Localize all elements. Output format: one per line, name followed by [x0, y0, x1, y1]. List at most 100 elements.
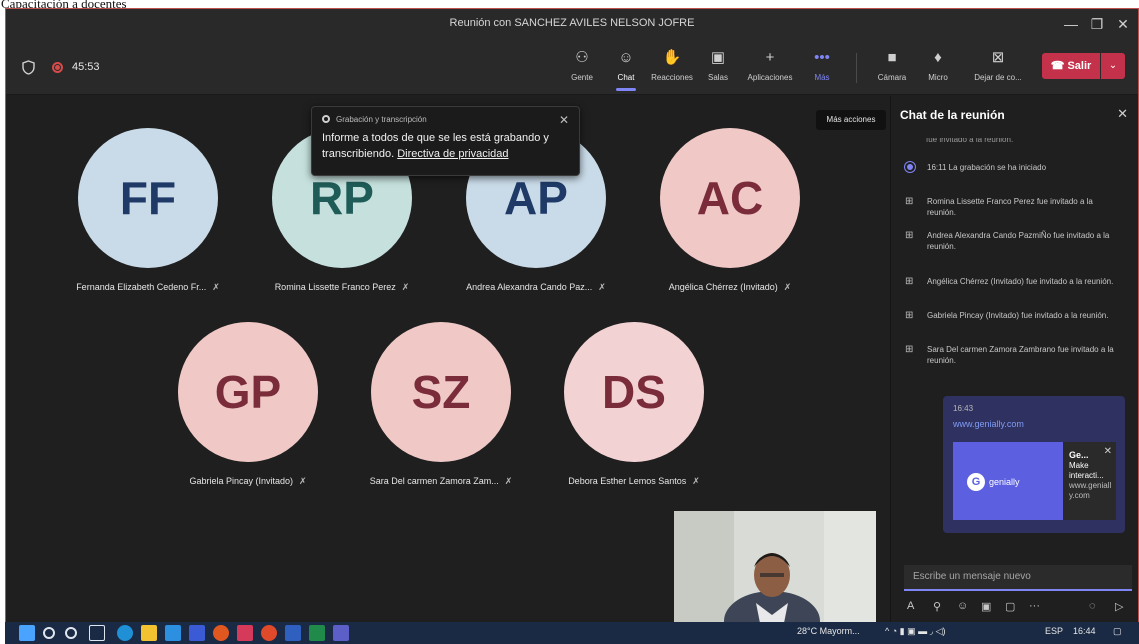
participant-tile[interactable]: DS Debora Esther Lemos Santos ✗ [544, 322, 724, 487]
participant-name-text: Sara Del carmen Zamora Zam... [369, 476, 499, 486]
chat-button[interactable]: ☺ Chat [600, 47, 652, 91]
word-doc-icon[interactable] [285, 625, 301, 641]
user-added-icon: ⊞ [905, 344, 914, 355]
recording-icon [905, 162, 915, 172]
close-window-button[interactable]: ✕ [1108, 13, 1138, 35]
mic-off-icon: ✗ [401, 282, 410, 292]
participant-name-text: Gabriela Pincay (Invitado) [189, 476, 293, 486]
message-compose-box[interactable]: Escribe un mensaje nuevo [904, 565, 1132, 591]
phone-icon: ☎ [1050, 60, 1068, 72]
chat-event-text: Gabriela Pincay (Invitado) fue invitado … [927, 311, 1109, 320]
user-added-icon: ⊞ [905, 310, 914, 321]
user-added-icon: ⊞ [905, 276, 914, 287]
participant-name: Andrea Alexandra Cando Paz... ✗ [446, 282, 626, 293]
sticker-icon[interactable]: ▢ [1005, 600, 1015, 613]
mic-label: Micro [928, 73, 948, 82]
tray-icons[interactable]: ^ ◔ ▮ ▣ ▬ ◞ ◁) [885, 626, 946, 637]
participant-tile[interactable]: SZ Sara Del carmen Zamora Zam... ✗ [351, 322, 531, 487]
participant-name-text: Fernanda Elizabeth Cedeno Fr... [76, 282, 207, 292]
participant-name: Romina Lissette Franco Perez ✗ [252, 282, 432, 293]
chat-event-text: Romina Lissette Franco Perez fue invitad… [927, 197, 1093, 217]
weather-widget[interactable]: 28°C Mayorm... [797, 626, 860, 636]
mic-off-icon: ✗ [504, 476, 513, 486]
attach-icon[interactable]: ⚲ [933, 600, 941, 613]
chat-event: ⊞ Gabriela Pincay (Invitado) fue invitad… [905, 310, 1120, 321]
close-icon[interactable]: ✕ [559, 113, 569, 127]
stop-share-label: Dejar de co... [974, 73, 1022, 82]
teams-icon[interactable] [333, 625, 349, 641]
schedule-icon[interactable]: ◌ [1089, 600, 1096, 612]
search-icon[interactable] [43, 627, 55, 639]
participant-name: Angélica Chérrez (Invitado) ✗ [640, 282, 820, 293]
edge-icon[interactable] [117, 625, 133, 641]
apps-button[interactable]: + Aplicaciones [744, 47, 796, 87]
word-icon[interactable] [189, 625, 205, 641]
gif-icon[interactable]: ▣ [981, 600, 991, 613]
notifications-icon[interactable]: ▢ [1113, 626, 1122, 637]
compose-toolbar: A ⚲ ☺ ▣ ▢ ··· ◌ ▷ [905, 600, 1135, 618]
more-options-icon[interactable]: ··· [1029, 600, 1040, 612]
message-link[interactable]: www.genially.com [953, 419, 1115, 429]
app-icon[interactable] [237, 625, 253, 641]
format-icon[interactable]: A [907, 600, 914, 612]
privacy-policy-link[interactable]: Directiva de privacidad [397, 148, 508, 160]
link-preview-desc: Make interacti... [1069, 461, 1104, 480]
participant-tile[interactable]: GP Gabriela Pincay (Invitado) ✗ [158, 322, 338, 487]
participant-name: Debora Esther Lemos Santos ✗ [544, 476, 724, 487]
more-icon: ••• [814, 49, 830, 66]
reactions-button[interactable]: ✋ Reacciones [646, 47, 698, 87]
more-button[interactable]: ••• Más [796, 47, 848, 87]
chat-event-partial: fue invitado a la reunión. [926, 138, 1014, 144]
participant-name-text: Romina Lissette Franco Perez [274, 282, 396, 292]
teams-window: Reunión con SANCHEZ AVILES NELSON JOFRE … [5, 8, 1139, 622]
participant-name-text: Andrea Alexandra Cando Paz... [466, 282, 593, 292]
participants-stage: FF Fernanda Elizabeth Cedeno Fr... ✗ RP R… [6, 96, 890, 622]
link-preview-image: Ggenially [953, 442, 1063, 520]
cortana-icon[interactable] [65, 627, 77, 639]
mail-icon[interactable] [165, 625, 181, 641]
reactions-label: Reacciones [651, 73, 693, 82]
mic-button[interactable]: ♦ Micro [912, 47, 964, 87]
leave-dropdown[interactable]: ⌄ [1101, 53, 1125, 79]
chat-event-text: Andrea Alexandra Cando PazmiÑo fue invit… [927, 231, 1110, 251]
file-explorer-icon[interactable] [141, 625, 157, 641]
language-indicator[interactable]: ESP [1045, 626, 1063, 636]
reactions-icon: ✋ [662, 49, 682, 66]
more-actions-tooltip: Más acciones [816, 110, 886, 130]
apps-label: Aplicaciones [747, 73, 793, 82]
rooms-button[interactable]: ▣ Salas [692, 47, 744, 87]
participant-name: Gabriela Pincay (Invitado) ✗ [158, 476, 338, 487]
mic-off-icon: ✗ [598, 282, 606, 292]
recording-icon [52, 62, 63, 73]
rooms-label: Salas [707, 73, 728, 82]
link-preview-card[interactable]: Ggenially ✕ Ge... Make interacti... www.… [953, 442, 1116, 520]
windows-start-icon[interactable] [19, 625, 35, 641]
participant-tile[interactable]: AC Angélica Chérrez (Invitado) ✗ [640, 128, 820, 293]
emoji-icon[interactable]: ☺ [957, 600, 968, 612]
chat-event-text: 16:11 La grabación se ha iniciado [927, 163, 1047, 172]
firefox-icon[interactable] [213, 625, 229, 641]
windows-taskbar: 28°C Mayorm... ^ ◔ ▮ ▣ ▬ ◞ ◁) ESP 16:44 … [5, 622, 1139, 644]
chrome-icon[interactable] [261, 625, 277, 641]
title-bar: Reunión con SANCHEZ AVILES NELSON JOFRE … [6, 9, 1138, 39]
link-preview-domain: www.genially.com [1069, 481, 1112, 500]
message-time: 16:43 [953, 404, 974, 413]
mic-off-icon: ✗ [212, 282, 220, 292]
send-icon[interactable]: ▷ [1115, 600, 1123, 613]
user-added-icon: ⊞ [905, 196, 914, 207]
camera-icon: ■ [887, 49, 897, 66]
chat-event-text: Angélica Chérrez (Invitado) fue invitado… [927, 277, 1114, 286]
chat-icon: ☺ [618, 49, 634, 66]
recording-notice-header: Grabación y transcripción [322, 115, 569, 124]
chat-label: Chat [617, 73, 635, 82]
task-view-icon[interactable] [89, 625, 105, 641]
stop-share-button[interactable]: ⊠ Dejar de co... [966, 47, 1030, 87]
leave-button[interactable]: ☎ Salir [1042, 53, 1100, 79]
close-icon[interactable]: ✕ [1117, 106, 1128, 122]
participant-tile[interactable]: FF Fernanda Elizabeth Cedeno Fr... ✗ [58, 128, 238, 293]
clock[interactable]: 16:44 [1073, 626, 1096, 636]
genially-logo: Ggenially [967, 472, 1047, 492]
avatar: DS [564, 322, 704, 462]
camera-button[interactable]: ■ Cámara [866, 47, 918, 87]
excel-icon[interactable] [309, 625, 325, 641]
